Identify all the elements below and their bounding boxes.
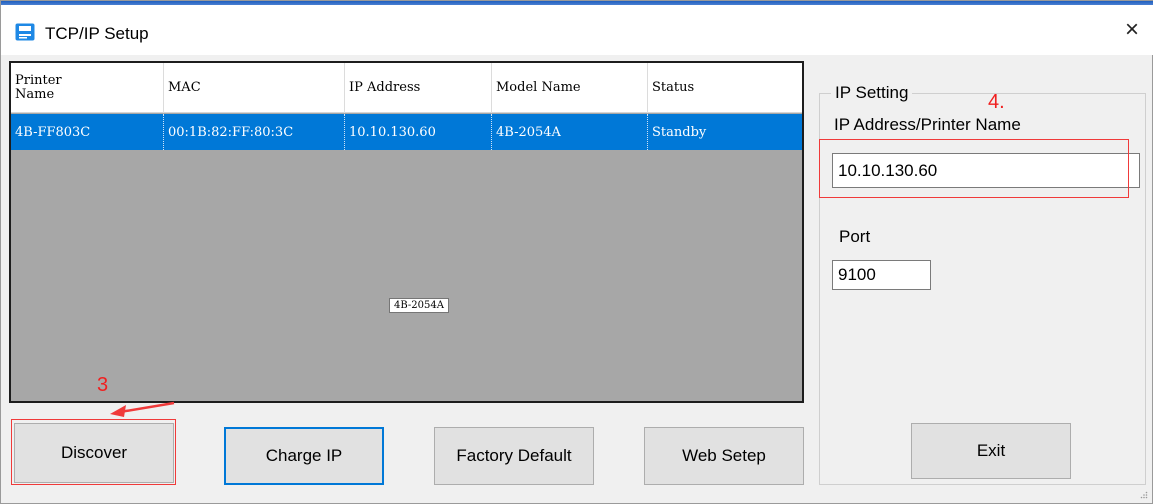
cell-ip-address: 10.10.130.60 [345, 114, 492, 150]
printer-list[interactable]: Printer Name MAC IP Address Model Name S… [9, 61, 804, 403]
annotation-step-number: 4. [988, 91, 1005, 113]
title-bar[interactable]: TCP/IP Setup × [1, 5, 1153, 55]
ip-address-label: IP Address/Printer Name [834, 115, 1021, 134]
ip-setting-group-label: IP Setting [831, 83, 913, 103]
exit-button[interactable]: Exit [911, 423, 1071, 479]
cell-printer-name: 4B-FF803C [11, 114, 164, 150]
annotation-highlight-ip-address [819, 139, 1129, 198]
printer-setup-icon [15, 23, 35, 41]
web-setup-button[interactable]: Web Setep [644, 427, 804, 485]
annotation-arrow-icon [110, 401, 175, 417]
column-header-model-name[interactable]: Model Name [492, 63, 648, 113]
cell-mac: 00:1B:82:FF:80:3C [164, 114, 345, 150]
tcpip-setup-window: TCP/IP Setup × Printer Name MAC IP Addre… [0, 0, 1153, 504]
table-row[interactable]: 4B-FF803C 00:1B:82:FF:80:3C 10.10.130.60… [11, 114, 802, 150]
charge-ip-button[interactable]: Charge IP [224, 427, 384, 485]
model-tooltip: 4B-2054A [389, 298, 449, 313]
annotation-highlight-discover [11, 419, 176, 485]
close-button[interactable]: × [1110, 5, 1153, 55]
factory-default-button[interactable]: Factory Default [434, 427, 594, 485]
port-label: Port [839, 227, 871, 246]
column-header-mac[interactable]: MAC [164, 63, 345, 113]
close-icon: × [1124, 16, 1139, 43]
annotation-step-number: 3 [97, 374, 109, 396]
window-title: TCP/IP Setup [45, 24, 149, 43]
column-header-ip-address[interactable]: IP Address [345, 63, 492, 113]
printer-list-header: Printer Name MAC IP Address Model Name S… [11, 63, 802, 113]
column-header-status[interactable]: Status [648, 63, 802, 113]
cell-model-name: 4B-2054A [492, 114, 648, 150]
resize-grip-icon[interactable] [1140, 491, 1148, 499]
port-input[interactable]: 9100 [832, 260, 931, 290]
cell-status: Standby [652, 124, 707, 140]
column-header-printer-name[interactable]: Printer Name [11, 63, 164, 113]
